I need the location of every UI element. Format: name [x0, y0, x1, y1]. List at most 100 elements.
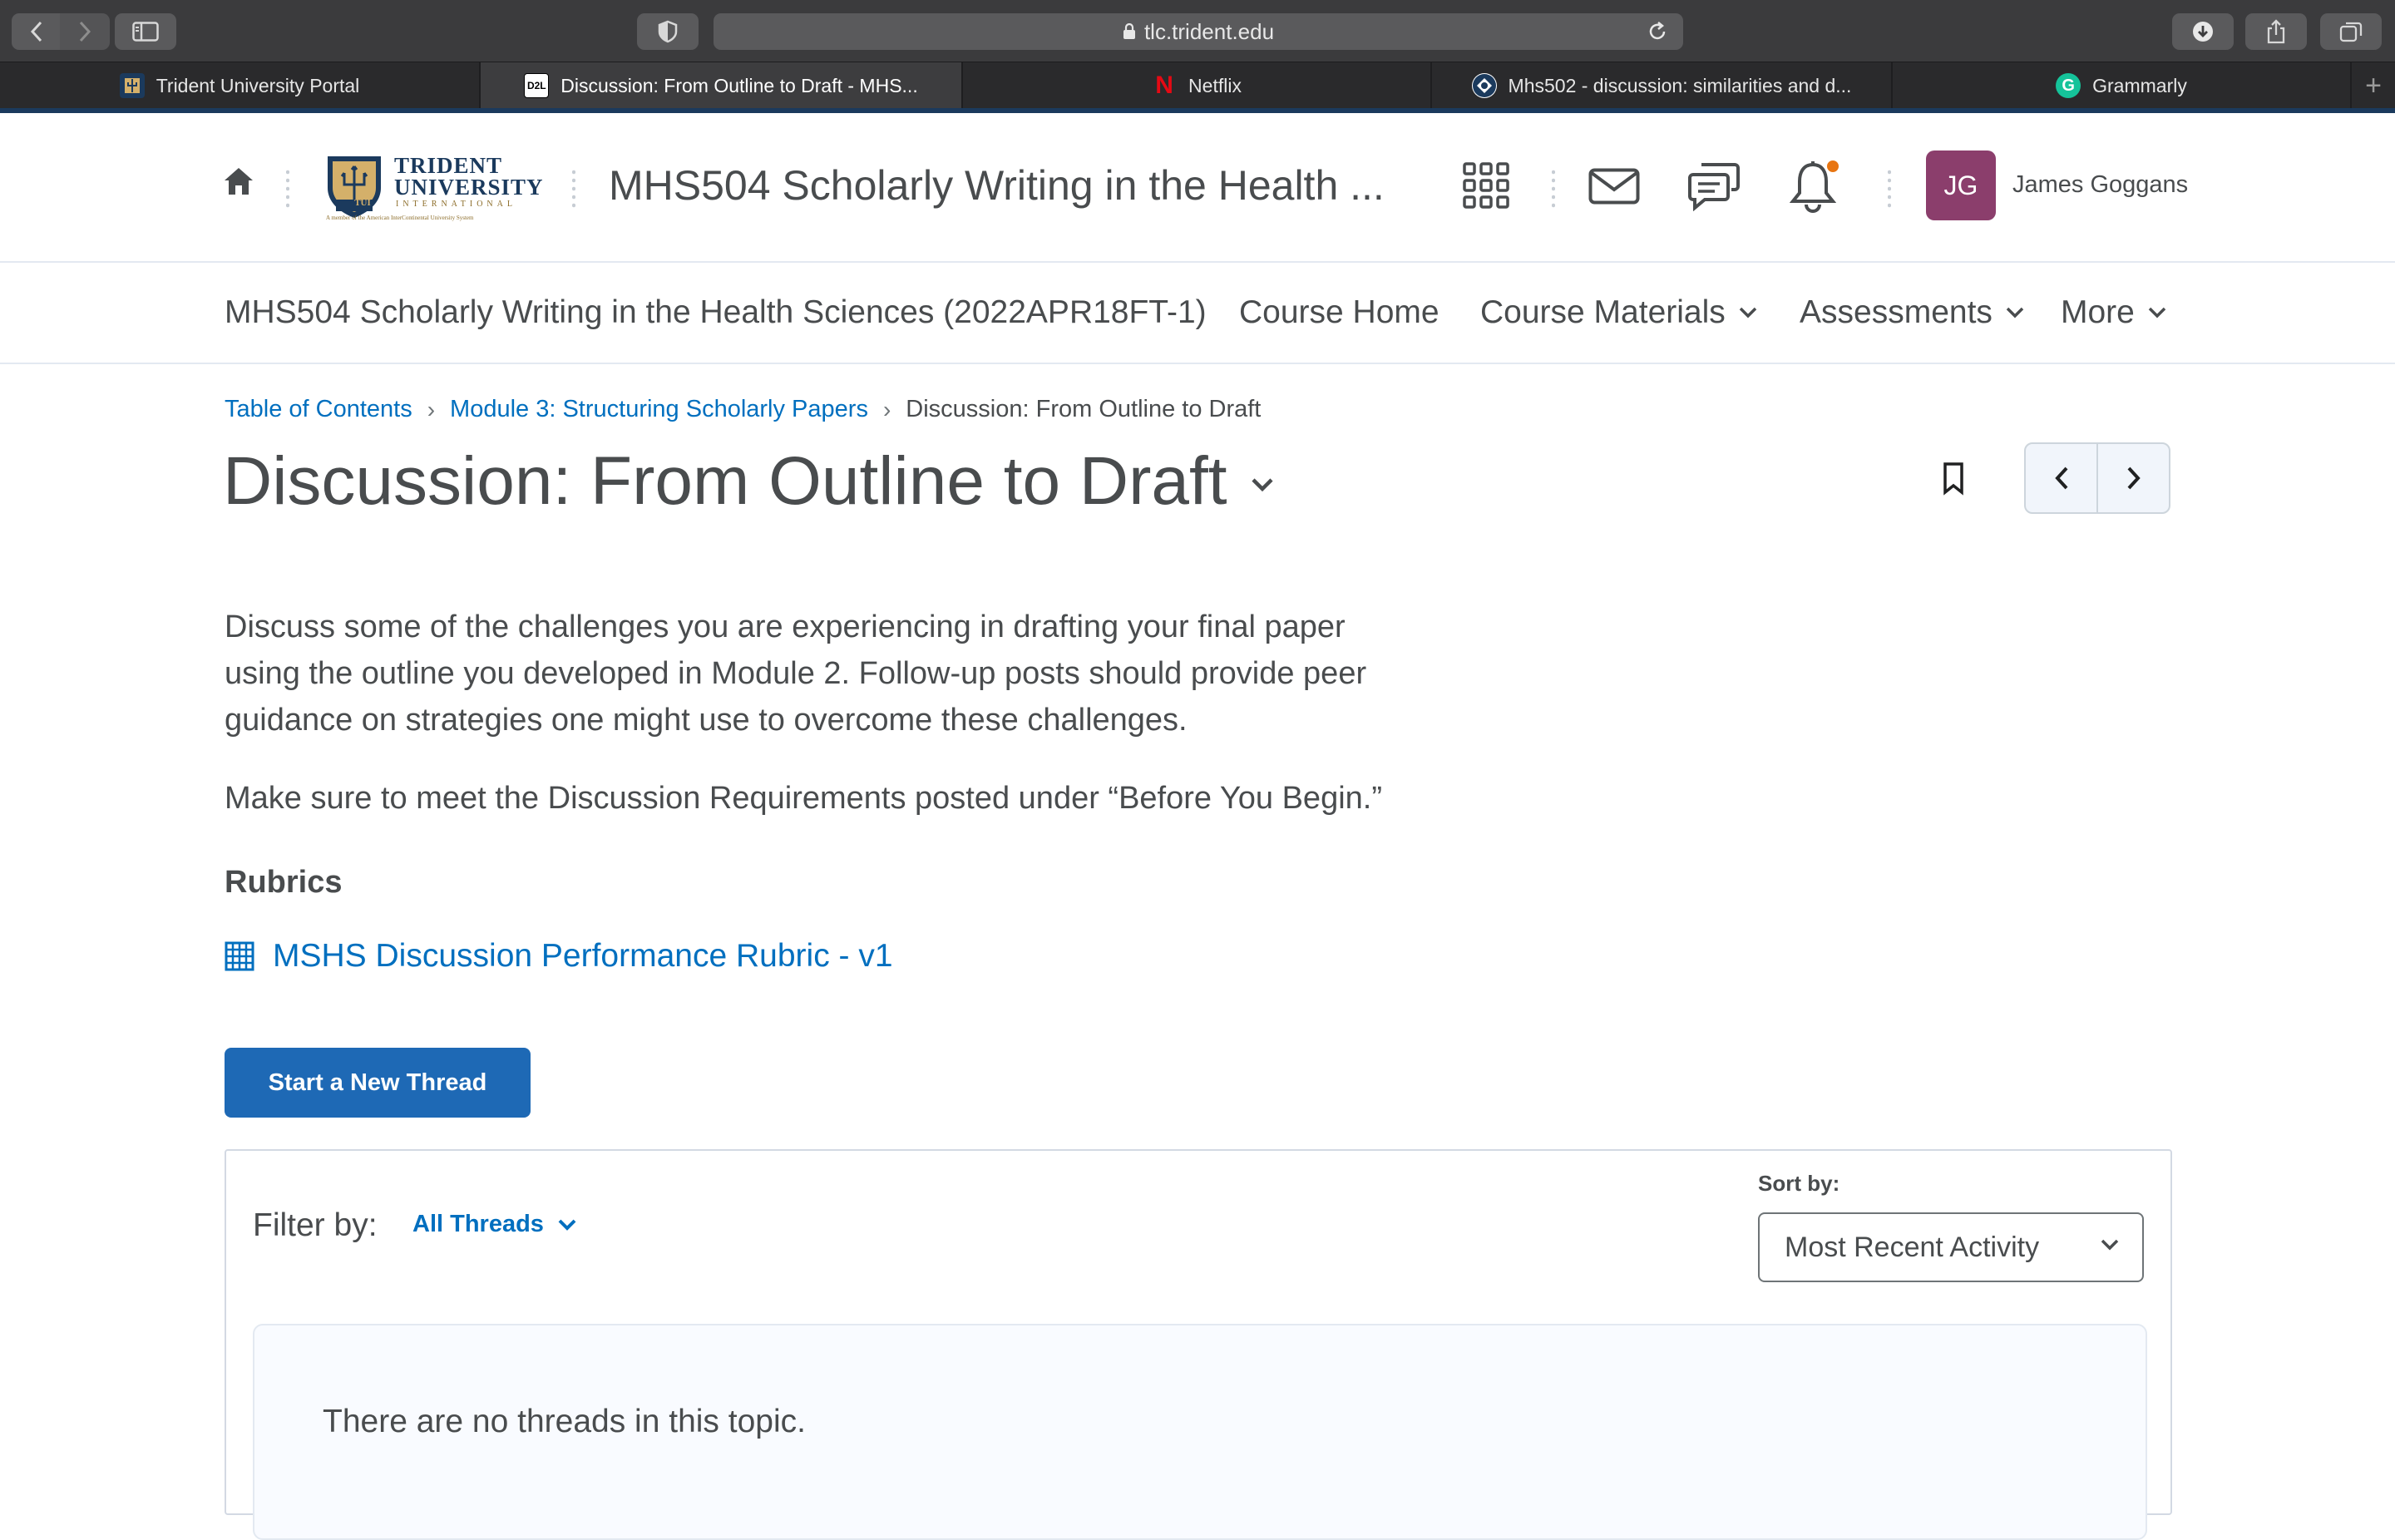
reload-icon[interactable] — [1647, 21, 1668, 42]
shield-icon — [658, 20, 678, 43]
browser-tab-bar: Trident University Portal D2L Discussion… — [0, 62, 2395, 109]
chegg-favicon-icon — [1471, 73, 1497, 98]
browser-tab-active[interactable]: D2L Discussion: From Outline to Draft - … — [481, 62, 963, 109]
breadcrumb-separator: › — [882, 396, 891, 422]
rubric-link[interactable]: MSHS Discussion Performance Rubric - v1 — [225, 938, 893, 975]
page-title-text: Discussion: From Outline to Draft — [223, 443, 1227, 519]
rubrics-heading: Rubrics — [225, 865, 343, 900]
message-alerts-icon[interactable] — [1688, 163, 1740, 211]
user-name[interactable]: James Goggans — [2012, 171, 2188, 199]
chevron-down-icon — [2101, 1239, 2119, 1251]
nav-course-name-label: MHS504 Scholarly Writing in the Health S… — [225, 294, 1207, 330]
tab-label: Trident University Portal — [156, 74, 360, 96]
chevron-down-icon — [558, 1219, 576, 1231]
title-chevron-down-icon[interactable] — [1251, 477, 1274, 492]
chevron-down-icon — [2148, 307, 2166, 318]
nav-course-name[interactable]: MHS504 Scholarly Writing in the Health S… — [225, 294, 1207, 331]
rubric-link-label: MSHS Discussion Performance Rubric - v1 — [273, 938, 893, 974]
logo-line3: INTERNATIONAL — [396, 200, 516, 209]
empty-threads-message: There are no threads in this topic. — [323, 1404, 806, 1439]
tabs-overview-icon — [2339, 22, 2363, 42]
chevron-left-icon — [2054, 466, 2067, 490]
nav-assessments[interactable]: Assessments — [1800, 294, 2024, 331]
share-icon — [2267, 19, 2285, 44]
tab-label: Grammarly — [2092, 74, 2187, 96]
description-text: Discuss some of the challenges you are e… — [225, 610, 1367, 738]
course-selector-grid-icon[interactable] — [1462, 161, 1510, 210]
nav-more[interactable]: More — [2061, 294, 2166, 331]
url-text: tlc.trident.edu — [1143, 18, 1275, 44]
trident-favicon-icon — [119, 73, 145, 98]
chevron-right-icon — [79, 21, 91, 42]
bookmark-icon[interactable] — [1943, 462, 1964, 496]
email-icon[interactable] — [1588, 168, 1640, 205]
address-bar[interactable]: tlc.trident.edu — [714, 13, 1683, 50]
threads-panel: Filter by: All Threads Sort by: Most Rec… — [225, 1149, 2172, 1540]
chevron-right-icon — [2127, 466, 2141, 490]
chevron-down-icon — [2006, 307, 2024, 318]
sort-select[interactable]: Most Recent Activity — [1758, 1212, 2144, 1282]
nav-more-label: More — [2061, 294, 2135, 330]
user-avatar[interactable]: JG — [1926, 151, 1996, 220]
grammarly-favicon-icon: G — [2056, 73, 2081, 98]
trident-logo[interactable]: TUI TRIDENT UNIVERSITY INTERNATIONAL A m… — [324, 151, 544, 223]
lock-icon — [1123, 23, 1135, 39]
page-title: Discussion: From Outline to Draft — [223, 442, 1274, 521]
back-button[interactable] — [12, 13, 62, 50]
start-new-thread-button[interactable]: Start a New Thread — [225, 1048, 531, 1118]
tab-label: Netflix — [1188, 74, 1242, 96]
header-divider — [286, 168, 289, 210]
browser-tab[interactable]: N Netflix — [963, 62, 1432, 109]
header-divider — [1888, 168, 1891, 210]
browser-tab[interactable]: Mhs502 - discussion: similarities and d.… — [1432, 62, 1893, 109]
logo-seal-text: TUI — [354, 198, 371, 208]
sidebar-toggle-button[interactable] — [115, 13, 176, 50]
breadcrumb-module[interactable]: Module 3: Structuring Scholarly Papers — [450, 396, 868, 423]
logo-line2: UNIVERSITY — [394, 175, 544, 200]
header-divider — [1552, 168, 1555, 210]
chevron-left-icon — [30, 21, 42, 42]
nav-course-materials[interactable]: Course Materials — [1480, 294, 1757, 331]
previous-topic-button[interactable] — [2026, 444, 2096, 512]
nav-course-home[interactable]: Course Home — [1239, 294, 1439, 331]
nav-course-home-label: Course Home — [1239, 294, 1439, 330]
filter-dropdown-value: All Threads — [412, 1211, 544, 1237]
forward-button[interactable] — [60, 13, 110, 50]
site-header: TUI TRIDENT UNIVERSITY INTERNATIONAL A m… — [0, 113, 2395, 263]
filter-label: Filter by: — [253, 1207, 378, 1243]
privacy-report-button[interactable] — [637, 13, 699, 50]
tab-label: Mhs502 - discussion: similarities and d.… — [1508, 74, 1852, 96]
logo-tagline: A member of the American InterContinenta… — [326, 215, 474, 221]
tab-label: Discussion: From Outline to Draft - MHS.… — [560, 74, 918, 96]
breadcrumb-table-of-contents[interactable]: Table of Contents — [225, 396, 412, 423]
header-course-title[interactable]: MHS504 Scholarly Writing in the Health .… — [609, 161, 1385, 210]
requirement-text: Make sure to meet the Discussion Require… — [225, 781, 1382, 816]
share-button[interactable] — [2245, 13, 2307, 50]
home-icon[interactable] — [223, 166, 254, 196]
rubric-grid-icon — [225, 941, 254, 971]
breadcrumb: Table of Contents › Module 3: Structurin… — [225, 396, 1261, 423]
tab-overview-button[interactable] — [2320, 13, 2382, 50]
nav-assessments-label: Assessments — [1800, 294, 1993, 330]
empty-threads-message-box: There are no threads in this topic. — [253, 1324, 2147, 1540]
topic-pager — [2024, 442, 2170, 514]
sort-label: Sort by: — [1758, 1171, 1840, 1196]
header-divider — [572, 168, 575, 210]
downloads-button[interactable] — [2172, 13, 2234, 50]
course-navbar: MHS504 Scholarly Writing in the Health S… — [0, 263, 2395, 364]
breadcrumb-separator: › — [427, 396, 436, 422]
nav-course-materials-label: Course Materials — [1480, 294, 1726, 330]
download-icon — [2193, 22, 2213, 42]
chevron-down-icon — [1739, 307, 1757, 318]
notification-badge — [1825, 158, 1841, 175]
browser-toolbar: tlc.trident.edu — [0, 0, 2395, 62]
browser-tab[interactable]: G Grammarly — [1893, 62, 2352, 109]
breadcrumb-current: Discussion: From Outline to Draft — [906, 396, 1262, 422]
netflix-favicon-icon: N — [1155, 72, 1173, 99]
new-tab-button[interactable]: + — [2352, 62, 2395, 109]
sidebar-icon — [132, 22, 159, 42]
filter-dropdown[interactable]: All Threads — [412, 1211, 577, 1238]
next-topic-button[interactable] — [2096, 444, 2169, 512]
browser-tab[interactable]: Trident University Portal — [0, 62, 481, 109]
topic-description: Discuss some of the challenges you are e… — [225, 604, 1422, 822]
